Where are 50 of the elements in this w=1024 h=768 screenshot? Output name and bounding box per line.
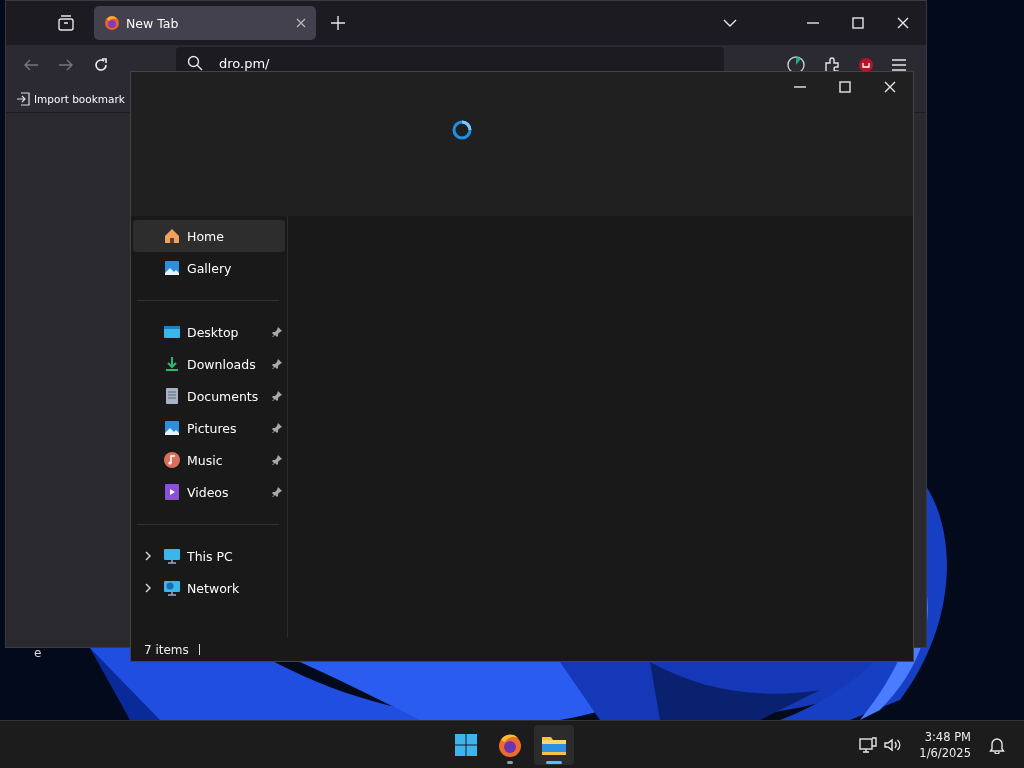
chevron-right-icon[interactable]	[145, 583, 151, 593]
clock-time[interactable]: 3:48 PM	[924, 728, 971, 745]
sidebar-item[interactable]: Home	[133, 220, 285, 252]
sidebar-item[interactable]: Documents	[133, 380, 285, 412]
menu-icon[interactable]	[891, 58, 907, 72]
windows-logo-icon	[453, 731, 479, 758]
back-arrow-icon[interactable]	[23, 58, 39, 72]
text-cursor	[198, 644, 200, 655]
taskbar-app[interactable]	[534, 724, 574, 765]
network-icon	[163, 579, 181, 597]
maximize-icon[interactable]	[852, 17, 864, 29]
browser-tab[interactable]: New Tab	[94, 6, 316, 40]
speaker-icon[interactable]	[883, 736, 902, 753]
sidebar-item[interactable]: Music	[133, 444, 285, 476]
sidebar-item[interactable]: Pictures	[133, 412, 285, 444]
sidebar-item[interactable]: Gallery	[133, 252, 285, 284]
maximize-icon[interactable]	[839, 81, 851, 93]
status-text: 7 items	[144, 642, 189, 657]
sidebar-item[interactable]: Desktop	[133, 316, 285, 348]
picture-icon	[163, 259, 181, 277]
bookmark-item[interactable]: Import bookmark	[16, 91, 125, 106]
monitor-icon	[163, 547, 181, 565]
document-icon	[163, 387, 181, 405]
desktop-icon-label[interactable]: e	[34, 646, 42, 660]
house-icon	[163, 227, 181, 245]
desktop-icon	[163, 323, 181, 341]
chevron-right-icon[interactable]	[145, 551, 151, 561]
picture-icon	[163, 419, 181, 437]
loading-spinner-icon	[451, 119, 473, 141]
forward-arrow-icon[interactable]	[58, 58, 74, 72]
search-icon	[187, 55, 203, 71]
sidebar-item[interactable]: This PC	[133, 540, 285, 572]
sidebar-item[interactable]: Network	[133, 572, 285, 604]
video-icon	[163, 483, 181, 501]
reload-icon[interactable]	[93, 57, 109, 73]
sidebar-item[interactable]: Downloads	[133, 348, 285, 380]
sidebar-item[interactable]: Videos	[133, 476, 285, 508]
music-note-icon	[163, 451, 181, 469]
firefox-icon	[104, 15, 120, 31]
import-icon	[16, 91, 30, 106]
chevron-down-icon[interactable]	[723, 19, 737, 27]
firefox-icon	[497, 731, 523, 758]
new-tab-icon[interactable]	[331, 16, 345, 30]
bell-icon[interactable]	[989, 735, 1005, 754]
download-icon	[163, 355, 181, 373]
network-monitor-icon[interactable]	[859, 736, 878, 753]
clock-date[interactable]: 1/6/2025	[919, 744, 971, 761]
address-bar[interactable]: dro.pm/	[176, 47, 724, 71]
tab-list-icon[interactable]	[57, 14, 75, 32]
puzzle-icon[interactable]	[823, 56, 841, 74]
